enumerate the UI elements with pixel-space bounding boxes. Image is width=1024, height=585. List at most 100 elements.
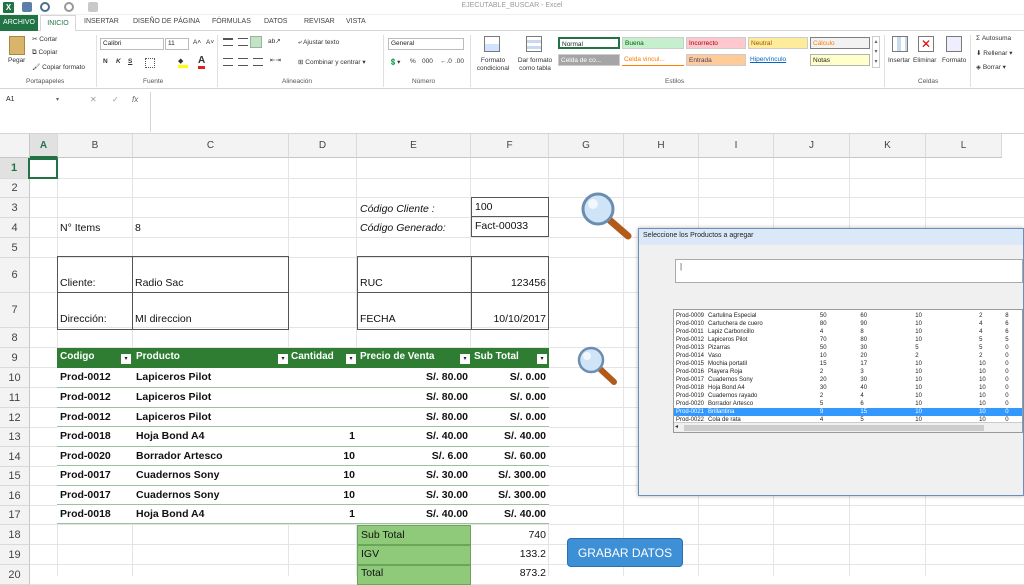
filter-dropdown-icon[interactable]: ▾	[346, 354, 356, 364]
cell-codigo[interactable]: Prod-0020	[60, 450, 130, 462]
underline-button[interactable]: S	[128, 58, 132, 65]
ruc-value[interactable]: 123456	[472, 277, 546, 289]
cell-subtotal[interactable]: S/. 0.00	[474, 391, 546, 403]
cell-subtotal[interactable]: S/. 0.00	[474, 411, 546, 423]
row-header-12[interactable]: 12	[0, 408, 30, 428]
product-list-item[interactable]: Prod-0017 Cuadernos Sony 20 30 10 10 0	[674, 376, 1022, 384]
tab-inicio[interactable]: INICIO	[40, 15, 76, 32]
tab-formulas[interactable]: FÓRMULAS	[212, 18, 251, 25]
style-neutral[interactable]: Neutral	[748, 37, 808, 49]
tab-vista[interactable]: VISTA	[346, 18, 366, 25]
filter-dropdown-icon[interactable]: ▾	[121, 354, 131, 364]
styles-scroll-icon[interactable]: ▴ ▾ ▾	[872, 36, 880, 68]
cell-producto[interactable]: Hoja Bond A4	[136, 430, 286, 442]
row-header-6[interactable]: 6	[0, 258, 30, 293]
column-header-l[interactable]: L	[926, 134, 1002, 158]
align-left-icon[interactable]	[223, 58, 233, 66]
cell-precio[interactable]: S/. 40.00	[360, 430, 468, 442]
fill-button[interactable]: ⬇ Rellenar ▾	[976, 49, 1013, 57]
row-header-13[interactable]: 13	[0, 428, 30, 447]
cell-codigo[interactable]: Prod-0012	[60, 391, 130, 403]
product-list-item[interactable]: Prod-0009 Cartulina Especial 50 60 10 2 8	[674, 312, 1022, 320]
delete-cells-icon[interactable]: ✕	[918, 36, 934, 52]
product-list-item[interactable]: Prod-0015 Mochia portatil 15 17 10 10 0	[674, 360, 1022, 368]
column-header-j[interactable]: J	[774, 134, 850, 158]
tab-archivo[interactable]: ARCHIVO	[0, 15, 38, 31]
column-header-k[interactable]: K	[850, 134, 926, 158]
cell-subtotal[interactable]: S/. 0.00	[474, 371, 546, 383]
cell-precio[interactable]: S/. 80.00	[360, 391, 468, 403]
filter-dropdown-icon[interactable]: ▾	[537, 354, 547, 364]
style-entrada[interactable]: Entrada	[686, 54, 746, 66]
row-header-18[interactable]: 18	[0, 525, 30, 545]
delete-cells-button[interactable]: Eliminar	[913, 57, 936, 64]
listbox-hscrollbar[interactable]: ◂	[674, 422, 1022, 432]
style-incorrecto[interactable]: Incorrecto	[686, 37, 746, 49]
font-size-select[interactable]: 11	[165, 38, 189, 50]
column-header-i[interactable]: I	[699, 134, 774, 158]
row-header-4[interactable]: 4	[0, 218, 30, 238]
style-buena[interactable]: Buena	[622, 37, 684, 49]
row-header-9[interactable]: 9	[0, 348, 30, 368]
cliente-value[interactable]: Radio Sac	[135, 277, 183, 289]
row-header-14[interactable]: 14	[0, 447, 30, 467]
row-header-10[interactable]: 10	[0, 368, 30, 388]
insert-cells-icon[interactable]	[892, 36, 908, 52]
active-cell[interactable]	[28, 158, 58, 179]
align-top-icon[interactable]	[223, 38, 233, 46]
cell-precio[interactable]: S/. 40.00	[360, 508, 468, 520]
name-box-dropdown-icon[interactable]: ▾	[56, 96, 59, 103]
align-middle-icon[interactable]	[238, 38, 248, 46]
row-header-1[interactable]: 1	[0, 158, 30, 179]
scroll-left-icon[interactable]: ◂	[675, 423, 678, 430]
format-cells-icon[interactable]	[946, 36, 962, 52]
product-search-input[interactable]: |	[675, 259, 1023, 283]
cell-producto[interactable]: Lapiceros Pilot	[136, 391, 286, 403]
cell-precio[interactable]: S/. 80.00	[360, 411, 468, 423]
column-header-h[interactable]: H	[624, 134, 699, 158]
decimal-increase-icon[interactable]: ←.0	[440, 58, 452, 65]
cell-codigo[interactable]: Prod-0012	[60, 371, 130, 383]
conditional-format-button[interactable]: Formato condicional	[470, 57, 516, 73]
style-normal[interactable]: Normal	[558, 37, 620, 49]
product-list-item[interactable]: Prod-0021 Brillantina 9 15 10 10 0	[674, 408, 1022, 416]
row-header-16[interactable]: 16	[0, 486, 30, 506]
cell-cantidad[interactable]: 10	[291, 469, 355, 481]
product-list-item[interactable]: Prod-0010 Cartuchera de cuero 80 90 10 4 6	[674, 320, 1022, 328]
merge-center-button[interactable]: ⊞ Combinar y centrar ▾	[298, 58, 366, 66]
product-list-item[interactable]: Prod-0019 Cuadernos rayado 2 4 10 10 0	[674, 392, 1022, 400]
cell-precio[interactable]: S/. 6.00	[360, 450, 468, 462]
row-header-11[interactable]: 11	[0, 388, 30, 408]
cell-codigo[interactable]: Prod-0012	[60, 411, 130, 423]
row-header-2[interactable]: 2	[0, 179, 30, 198]
search-product-icon[interactable]	[576, 346, 618, 386]
format-as-table-button[interactable]: Dar formato como tabla	[513, 57, 557, 73]
decimal-decrease-icon[interactable]: .00	[455, 58, 464, 65]
thousands-button[interactable]: 000	[422, 58, 433, 65]
product-listbox[interactable]: Prod-0009 Cartulina Especial 50 60 10 2 8 Prod-…	[673, 309, 1023, 433]
cancel-icon[interactable]: ✕	[90, 95, 97, 104]
format-painter-button[interactable]: 🖌 Copiar formato	[32, 63, 85, 71]
tab-diseno-pagina[interactable]: DISEÑO DE PÁGINA	[133, 18, 200, 25]
percent-button[interactable]: %	[410, 58, 416, 65]
cell-producto[interactable]: Cuadernos Sony	[136, 489, 286, 501]
column-header-c[interactable]: C	[133, 134, 289, 158]
cell-subtotal[interactable]: S/. 40.00	[474, 430, 546, 442]
insert-function-icon[interactable]: fx	[132, 95, 138, 104]
listbox-scroll-thumb[interactable]	[684, 425, 984, 431]
row-header-7[interactable]: 7	[0, 293, 30, 328]
column-header-e[interactable]: E	[357, 134, 471, 158]
cell-cantidad[interactable]: 1	[291, 430, 355, 442]
style-celda-comprobacion[interactable]: Celda de co...	[558, 54, 620, 66]
filter-dropdown-icon[interactable]: ▾	[278, 354, 288, 364]
row-header-19[interactable]: 19	[0, 545, 30, 565]
align-bottom-icon[interactable]	[250, 36, 262, 48]
bold-button[interactable]: N	[103, 58, 108, 65]
cell-codigo[interactable]: Prod-0018	[60, 508, 130, 520]
cell-cantidad[interactable]: 10	[291, 489, 355, 501]
paste-icon[interactable]	[9, 36, 25, 55]
number-format-select[interactable]: General	[388, 38, 464, 50]
cell-precio[interactable]: S/. 80.00	[360, 371, 468, 383]
row-header-3[interactable]: 3	[0, 198, 30, 218]
cell-precio[interactable]: S/. 30.00	[360, 469, 468, 481]
